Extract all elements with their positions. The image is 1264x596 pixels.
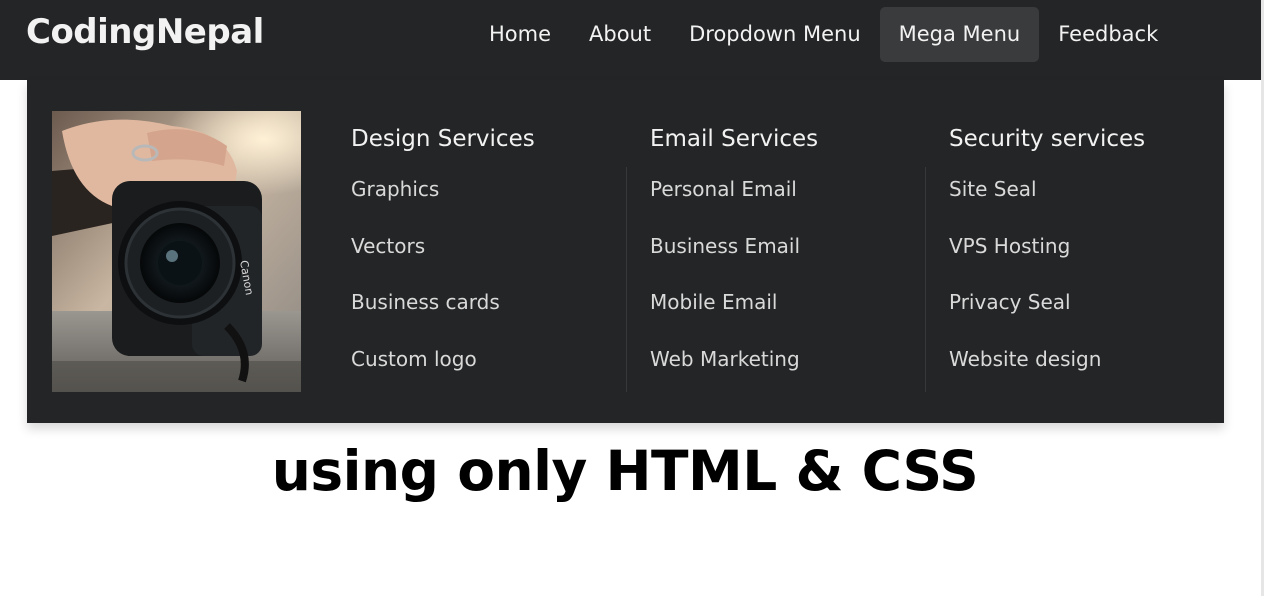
- camera-photo: Canon: [52, 111, 301, 392]
- navbar: CodingNepal Home About Dropdown Menu Meg…: [0, 0, 1261, 80]
- mega-menu-panel: Canon Design Services Graphics Vectors B…: [27, 80, 1224, 423]
- menu-link-graphics[interactable]: Graphics: [351, 175, 500, 232]
- menu-link-privacy-seal[interactable]: Privacy Seal: [949, 288, 1101, 345]
- column-heading: Design Services: [351, 126, 535, 152]
- menu-link-website-design[interactable]: Website design: [949, 345, 1101, 402]
- menu-link-mobile-email[interactable]: Mobile Email: [650, 288, 800, 345]
- menu-link-custom-logo[interactable]: Custom logo: [351, 345, 500, 402]
- nav-item-feedback[interactable]: Feedback: [1039, 7, 1177, 62]
- column-divider: [925, 167, 926, 392]
- site-logo[interactable]: CodingNepal: [26, 10, 264, 54]
- nav-item-about[interactable]: About: [570, 7, 670, 62]
- menu-link-vectors[interactable]: Vectors: [351, 232, 500, 289]
- menu-link-business-cards[interactable]: Business cards: [351, 288, 500, 345]
- menu-link-site-seal[interactable]: Site Seal: [949, 175, 1101, 232]
- nav-links: Home About Dropdown Menu Mega Menu Feedb…: [470, 7, 1177, 62]
- link-list: Site Seal VPS Hosting Privacy Seal Websi…: [949, 175, 1101, 401]
- hero-heading: using only HTML & CSS: [271, 439, 979, 503]
- nav-item-mega-menu[interactable]: Mega Menu: [879, 7, 1040, 62]
- menu-link-business-email[interactable]: Business Email: [650, 232, 800, 289]
- nav-item-home[interactable]: Home: [470, 7, 570, 62]
- menu-link-web-marketing[interactable]: Web Marketing: [650, 345, 800, 402]
- link-list: Personal Email Business Email Mobile Ema…: [650, 175, 800, 401]
- column-heading: Email Services: [650, 126, 819, 152]
- link-list: Graphics Vectors Business cards Custom l…: [351, 175, 500, 401]
- menu-link-vps-hosting[interactable]: VPS Hosting: [949, 232, 1101, 289]
- camera-photo-illustration: Canon: [52, 111, 301, 392]
- nav-item-dropdown-menu[interactable]: Dropdown Menu: [670, 7, 880, 62]
- column-heading: Security services: [949, 126, 1146, 152]
- menu-link-personal-email[interactable]: Personal Email: [650, 175, 800, 232]
- column-divider: [626, 167, 627, 392]
